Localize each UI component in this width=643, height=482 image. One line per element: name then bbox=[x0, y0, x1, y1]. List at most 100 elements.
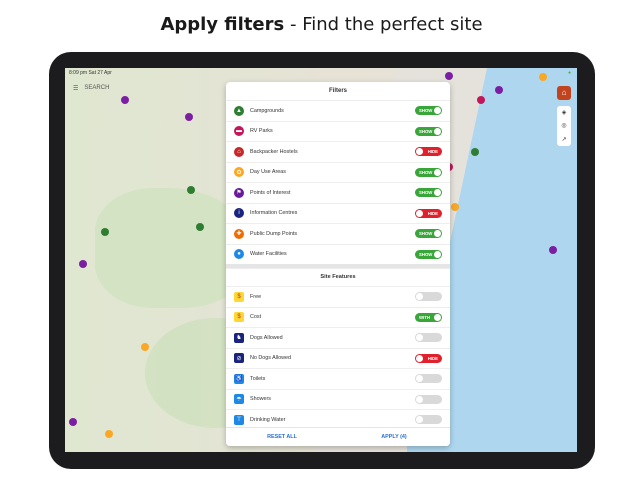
toggle-label: SHOW bbox=[419, 251, 433, 257]
toggle-knob bbox=[434, 107, 441, 115]
filter-toggle[interactable]: SHOW bbox=[415, 249, 442, 259]
map-pin[interactable] bbox=[196, 223, 204, 231]
reset-all-button[interactable]: RESET ALL bbox=[226, 428, 338, 446]
map-pin[interactable] bbox=[185, 113, 193, 121]
headline-sep: - bbox=[284, 14, 303, 35]
app-screen: 8:09 pm Sat 27 Apr ● ☰ SEARCH ⌂ ◈ ◎ ↗ Fi… bbox=[65, 68, 577, 452]
filter-toggle[interactable]: HIDE bbox=[415, 208, 442, 218]
filter-label: Cost bbox=[250, 314, 262, 321]
menu-icon[interactable]: ☰ bbox=[73, 85, 78, 92]
filter-row[interactable]: ▬ RV Parks SHOW bbox=[226, 120, 450, 142]
toggle-knob bbox=[416, 148, 423, 156]
filter-row[interactable]: ♞ Dogs Allowed bbox=[226, 327, 450, 348]
map-pin[interactable] bbox=[69, 418, 77, 426]
tent-icon: ▲ bbox=[234, 105, 244, 116]
map-pin[interactable] bbox=[471, 148, 479, 156]
filter-row[interactable]: ✿ Day Use Areas SHOW bbox=[226, 161, 450, 183]
filter-toggle[interactable]: SHOW bbox=[415, 167, 442, 177]
map-pin[interactable] bbox=[549, 246, 557, 254]
filter-toggle[interactable]: SHOW bbox=[415, 106, 442, 116]
no-dog-icon: ⊘ bbox=[234, 353, 244, 364]
filter-label: Points of Interest bbox=[250, 189, 291, 196]
search-bar[interactable]: ☰ SEARCH bbox=[73, 82, 208, 94]
home-icon[interactable]: ⌂ bbox=[557, 86, 571, 100]
filter-toggle[interactable]: SHOW bbox=[415, 126, 442, 136]
filter-label: Water Facilities bbox=[250, 251, 287, 258]
filter-toggle[interactable]: HIDE bbox=[415, 353, 442, 363]
filter-toggle[interactable] bbox=[415, 292, 442, 302]
filter-row[interactable]: ⊘ No Dogs Allowed HIDE bbox=[226, 347, 450, 369]
filter-toggle[interactable]: SHOW bbox=[415, 229, 442, 239]
filter-toggle[interactable]: HIDE bbox=[415, 147, 442, 157]
map-pin[interactable] bbox=[105, 430, 113, 438]
flag-icon: ⚑ bbox=[234, 187, 244, 198]
dump-point-icon: ✚ bbox=[234, 228, 244, 239]
headline: Apply filters - Find the perfect site bbox=[0, 14, 643, 35]
filter-toggle[interactable]: SHOW bbox=[415, 188, 442, 198]
feature-list: $ Free $ Cost WITH ♞ Dogs Allowed ⊘ No Dogs Allo… bbox=[226, 286, 450, 430]
filter-toggle[interactable] bbox=[415, 333, 442, 343]
filter-row[interactable]: ⚑ Points of Interest SHOW bbox=[226, 182, 450, 203]
cost-icon: $ bbox=[234, 312, 244, 323]
locate-icon[interactable]: ◎ bbox=[561, 122, 566, 129]
filters-panel: Filters ▲ Campgrounds SHOW ▬ RV Parks SHOW ⌂ Ba… bbox=[226, 82, 450, 446]
filter-row[interactable]: $ Free bbox=[226, 286, 450, 307]
filter-row[interactable]: ▲ Campgrounds SHOW bbox=[226, 100, 450, 121]
shower-icon: ☂ bbox=[234, 394, 244, 405]
toggle-knob bbox=[434, 313, 441, 321]
toggle-knob bbox=[434, 230, 441, 238]
map-pin[interactable] bbox=[451, 203, 459, 211]
status-time: 8:09 pm Sat 27 Apr bbox=[69, 70, 112, 76]
toggle-label: SHOW bbox=[419, 128, 433, 134]
filter-label: Backpacker Hostels bbox=[250, 148, 298, 155]
toggle-label: WITH bbox=[419, 314, 430, 320]
filter-toggle[interactable] bbox=[415, 374, 442, 384]
filter-row[interactable]: ⌂ Backpacker Hostels HIDE bbox=[226, 141, 450, 162]
filter-toggle[interactable] bbox=[415, 415, 442, 425]
filter-row[interactable]: ♿ Toilets bbox=[226, 368, 450, 389]
filter-toggle[interactable] bbox=[415, 394, 442, 404]
toggle-label: HIDE bbox=[427, 149, 438, 155]
toggle-knob bbox=[416, 416, 423, 424]
filter-row[interactable]: $ Cost WITH bbox=[226, 306, 450, 328]
filters-title: Filters bbox=[328, 88, 347, 94]
map-controls: ⌂ ◈ ◎ ↗ bbox=[557, 86, 571, 146]
map-pin[interactable] bbox=[141, 343, 149, 351]
filter-label: RV Parks bbox=[250, 128, 273, 135]
filter-label: Drinking Water bbox=[250, 416, 286, 423]
tablet-frame: 8:09 pm Sat 27 Apr ● ☰ SEARCH ⌂ ◈ ◎ ↗ Fi… bbox=[49, 52, 595, 469]
map-tools: ◈ ◎ ↗ bbox=[557, 106, 571, 146]
map-pin[interactable] bbox=[495, 86, 503, 94]
layers-icon[interactable]: ◈ bbox=[562, 109, 567, 116]
search-label: SEARCH bbox=[84, 85, 110, 91]
toggle-label: HIDE bbox=[427, 355, 438, 361]
dog-icon: ♞ bbox=[234, 332, 244, 343]
filter-row[interactable]: ● Water Facilities SHOW bbox=[226, 243, 450, 265]
filter-label: Day Use Areas bbox=[250, 169, 286, 176]
map-pin[interactable] bbox=[187, 186, 195, 194]
filter-row[interactable]: i Information Centres HIDE bbox=[226, 202, 450, 224]
picnic-icon: ✿ bbox=[234, 167, 244, 178]
site-features-title: Site Features bbox=[226, 268, 450, 286]
map-pin[interactable] bbox=[121, 96, 129, 104]
toggle-label: SHOW bbox=[419, 190, 433, 196]
filter-label: Toilets bbox=[250, 375, 266, 382]
toggle-label: SHOW bbox=[419, 231, 433, 237]
battery-icon: ● bbox=[567, 70, 571, 76]
hostel-icon: ⌂ bbox=[234, 146, 244, 157]
tap-icon: ⊤ bbox=[234, 414, 244, 425]
toggle-knob bbox=[416, 375, 423, 383]
apply-button[interactable]: APPLY (4) bbox=[338, 428, 450, 446]
filter-label: Campgrounds bbox=[250, 107, 284, 114]
toggle-knob bbox=[434, 250, 441, 258]
filter-row[interactable]: ✚ Public Dump Points SHOW bbox=[226, 223, 450, 244]
map-pin[interactable] bbox=[101, 228, 109, 236]
map-pin[interactable] bbox=[79, 260, 87, 268]
filter-row[interactable]: ☂ Showers bbox=[226, 388, 450, 410]
filter-label: Dogs Allowed bbox=[250, 334, 283, 341]
filter-toggle[interactable]: WITH bbox=[415, 312, 442, 322]
rv-icon: ▬ bbox=[234, 126, 244, 137]
toilet-icon: ♿ bbox=[234, 373, 244, 384]
map-pin[interactable] bbox=[477, 96, 485, 104]
compass-icon[interactable]: ↗ bbox=[561, 136, 566, 143]
